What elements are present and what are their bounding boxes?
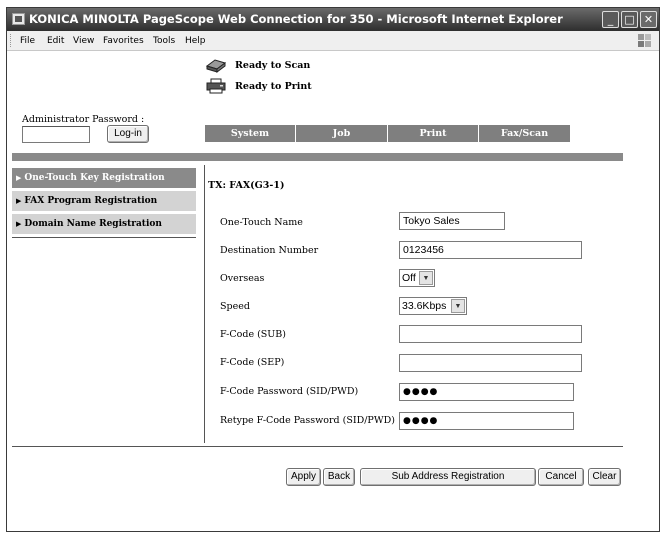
sidebar-item-one-touch-key[interactable]: ▶ One-Touch Key Registration bbox=[12, 168, 196, 188]
scan-status-text: Ready to Scan bbox=[235, 60, 311, 71]
overseas-label: Overseas bbox=[220, 273, 265, 284]
tab-system[interactable]: System bbox=[205, 125, 295, 142]
scanner-icon bbox=[205, 59, 227, 73]
sidebar-item-fax-program[interactable]: ▶ FAX Program Registration bbox=[12, 191, 196, 211]
admin-password-label: Administrator Password : bbox=[22, 114, 145, 125]
maximize-button[interactable]: □ bbox=[621, 11, 638, 28]
form-title: TX: FAX(G3-1) bbox=[208, 180, 285, 191]
printer-icon bbox=[206, 78, 226, 94]
sidebar-item-label: FAX Program Registration bbox=[24, 196, 158, 206]
sidebar: ▶ One-Touch Key Registration ▶ FAX Program… bbox=[12, 168, 196, 238]
minimize-button[interactable]: _ bbox=[602, 11, 619, 28]
triangle-right-icon: ▶ bbox=[16, 219, 22, 228]
menu-favorites[interactable]: Favorites bbox=[103, 36, 144, 46]
login-button[interactable]: Log-in bbox=[107, 125, 149, 143]
back-button[interactable]: Back bbox=[323, 468, 355, 486]
cancel-button[interactable]: Cancel bbox=[538, 468, 584, 486]
retype-password-label: Retype F-Code Password (SID/PWD) bbox=[220, 415, 395, 426]
tab-print[interactable]: Print bbox=[388, 125, 478, 142]
triangle-right-icon: ▶ bbox=[16, 196, 22, 205]
windows-logo-icon bbox=[638, 34, 651, 47]
menu-tools[interactable]: Tools bbox=[153, 36, 175, 46]
menu-help[interactable]: Help bbox=[185, 36, 206, 46]
speed-label: Speed bbox=[220, 301, 250, 312]
tab-job[interactable]: Job bbox=[296, 125, 387, 142]
speed-select-value: 33.6Kbps bbox=[402, 300, 447, 312]
browser-window: KONICA MINOLTA PageScope Web Connection … bbox=[6, 7, 660, 532]
window-title: KONICA MINOLTA PageScope Web Connection … bbox=[29, 12, 563, 26]
sidebar-item-label: One-Touch Key Registration bbox=[24, 173, 165, 183]
fcode-sub-field[interactable] bbox=[399, 325, 582, 343]
page-content: Ready to Scan Ready to Print Administrat… bbox=[7, 52, 659, 531]
destination-number-field[interactable]: 0123456 bbox=[399, 241, 582, 259]
main-tabs: System Job Print Fax/Scan bbox=[205, 125, 570, 142]
destination-number-label: Destination Number bbox=[220, 245, 319, 256]
footer-divider bbox=[12, 446, 623, 447]
fcode-sub-label: F-Code (SUB) bbox=[220, 329, 286, 340]
sub-address-registration-button[interactable]: Sub Address Registration bbox=[360, 468, 536, 486]
ie-app-icon bbox=[12, 13, 25, 25]
chevron-down-icon: ▼ bbox=[451, 299, 465, 313]
speed-select[interactable]: 33.6Kbps ▼ bbox=[399, 297, 467, 315]
close-button[interactable]: ✕ bbox=[640, 11, 657, 28]
title-bar[interactable]: KONICA MINOLTA PageScope Web Connection … bbox=[7, 8, 659, 31]
fcode-password-field[interactable]: ●●●● bbox=[399, 383, 574, 401]
toolbar-grip bbox=[10, 34, 13, 47]
menu-file[interactable]: File bbox=[20, 36, 35, 46]
menu-bar: File Edit View Favorites Tools Help bbox=[7, 31, 659, 51]
sidebar-item-domain-name[interactable]: ▶ Domain Name Registration bbox=[12, 214, 196, 234]
fcode-sep-field[interactable] bbox=[399, 354, 582, 372]
clear-button[interactable]: Clear bbox=[588, 468, 621, 486]
content-left-border bbox=[204, 165, 205, 443]
overseas-select-value: Off bbox=[402, 272, 416, 284]
fcode-password-label: F-Code Password (SID/PWD) bbox=[220, 386, 359, 397]
one-touch-name-label: One-Touch Name bbox=[220, 217, 303, 228]
menu-edit[interactable]: Edit bbox=[47, 36, 64, 46]
triangle-right-icon: ▶ bbox=[16, 173, 22, 182]
retype-password-field[interactable]: ●●●● bbox=[399, 412, 574, 430]
sidebar-item-label: Domain Name Registration bbox=[24, 219, 162, 229]
admin-password-input[interactable] bbox=[22, 126, 90, 143]
apply-button[interactable]: Apply bbox=[286, 468, 321, 486]
overseas-select[interactable]: Off ▼ bbox=[399, 269, 435, 287]
one-touch-name-field[interactable]: Tokyo Sales bbox=[399, 212, 505, 230]
tab-fax-scan[interactable]: Fax/Scan bbox=[479, 125, 570, 142]
menu-view[interactable]: View bbox=[73, 36, 94, 46]
sidebar-divider bbox=[12, 237, 196, 238]
fcode-sep-label: F-Code (SEP) bbox=[220, 357, 285, 368]
print-status-text: Ready to Print bbox=[235, 81, 312, 92]
header-divider bbox=[12, 153, 623, 161]
chevron-down-icon: ▼ bbox=[419, 271, 433, 285]
